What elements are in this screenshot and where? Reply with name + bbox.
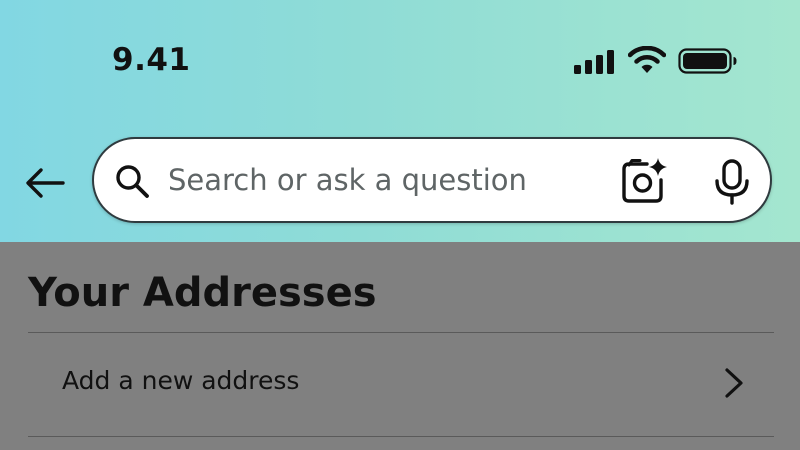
- microphone-button[interactable]: [712, 159, 752, 205]
- search-icon: [116, 165, 149, 198]
- cellular-signal-icon: [574, 50, 614, 74]
- app-screen: 9.41 Search or ask a question Your Addre…: [0, 0, 800, 450]
- search-bar: [92, 137, 772, 223]
- page-title: Your Addresses: [28, 270, 377, 316]
- wifi-icon: [628, 46, 666, 73]
- search-input[interactable]: [168, 155, 608, 205]
- add-new-address-label: Add a new address: [62, 366, 300, 395]
- camera-sparkle-icon: [622, 158, 667, 203]
- camera-button[interactable]: [620, 157, 670, 205]
- header: 9.41: [0, 0, 800, 242]
- battery-icon: [678, 48, 737, 74]
- microphone-icon: [715, 159, 749, 205]
- chevron-right-icon: [725, 368, 743, 398]
- add-new-address-row[interactable]: Add a new address: [28, 333, 774, 436]
- arrow-left-icon: [26, 168, 65, 198]
- status-icons: [572, 44, 738, 76]
- divider: [28, 436, 774, 437]
- back-button[interactable]: [20, 160, 70, 206]
- status-time: 9.41: [112, 42, 191, 78]
